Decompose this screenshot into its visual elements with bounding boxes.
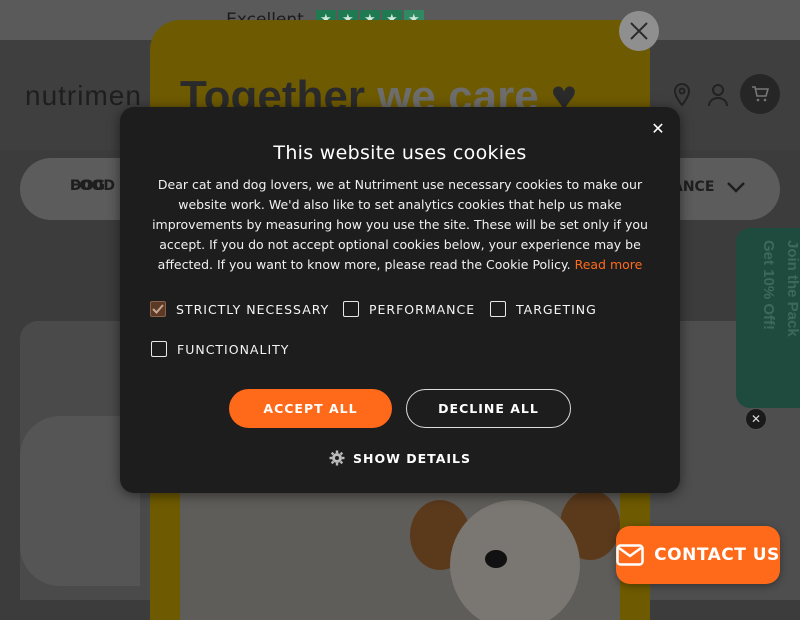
promo-close-button[interactable] xyxy=(619,11,659,51)
cookie-title: This website uses cookies xyxy=(273,142,527,164)
cookie-body-text: Dear cat and dog lovers, we at Nutriment… xyxy=(152,177,648,272)
close-icon xyxy=(630,22,648,40)
accept-all-button[interactable]: ACCEPT ALL xyxy=(229,389,392,428)
show-details-label: SHOW DETAILS xyxy=(353,450,471,466)
join-close-button[interactable]: ✕ xyxy=(745,408,767,430)
checkbox-targeting[interactable]: TARGETING xyxy=(490,301,597,317)
mail-icon xyxy=(616,544,644,566)
checkbox-box[interactable] xyxy=(150,301,166,317)
checkbox-label: STRICTLY NECESSARY xyxy=(176,301,330,317)
join-pack-text[interactable]: Join the Pack Get 10% Off! xyxy=(744,240,800,400)
gear-icon xyxy=(329,450,345,466)
nav-dog-food-label-2: FOOD xyxy=(70,178,115,194)
checkbox-box[interactable] xyxy=(151,341,167,357)
checkbox-box[interactable] xyxy=(490,301,506,317)
join-line2: Get 10% Off! xyxy=(760,240,777,331)
cookie-dialog: ✕ This website uses cookies Dear cat and… xyxy=(120,107,680,493)
show-details-toggle[interactable]: SHOW DETAILS xyxy=(120,450,680,466)
checkbox-label: TARGETING xyxy=(516,301,597,317)
cart-button[interactable] xyxy=(740,74,780,114)
checkmark-icon xyxy=(152,304,164,314)
read-more-link[interactable]: Read more xyxy=(575,257,643,272)
checkbox-functionality[interactable]: FUNCTIONALITY xyxy=(151,341,289,357)
location-icon[interactable] xyxy=(671,82,697,108)
dog-photo xyxy=(180,480,620,620)
checkbox-box[interactable] xyxy=(343,301,359,317)
contact-us-button[interactable]: CONTACT US xyxy=(616,526,780,584)
brand-logo[interactable]: nutrimen xyxy=(25,80,142,112)
checkbox-performance[interactable]: PERFORMANCE xyxy=(343,301,475,317)
chevron-down-icon xyxy=(727,182,745,193)
decline-all-button[interactable]: DECLINE ALL xyxy=(406,389,571,428)
cookie-description: Dear cat and dog lovers, we at Nutriment… xyxy=(140,175,660,275)
cart-icon xyxy=(752,86,769,102)
join-line1: Join the Pack xyxy=(784,240,800,337)
account-icon[interactable] xyxy=(706,82,732,108)
checkbox-label: PERFORMANCE xyxy=(369,301,476,317)
checkbox-label: FUNCTIONALITY xyxy=(177,341,290,357)
contact-us-label: CONTACT US xyxy=(654,545,780,565)
checkbox-strictly-necessary[interactable]: STRICTLY NECESSARY xyxy=(150,301,329,317)
cookie-close-icon[interactable]: ✕ xyxy=(650,121,666,137)
